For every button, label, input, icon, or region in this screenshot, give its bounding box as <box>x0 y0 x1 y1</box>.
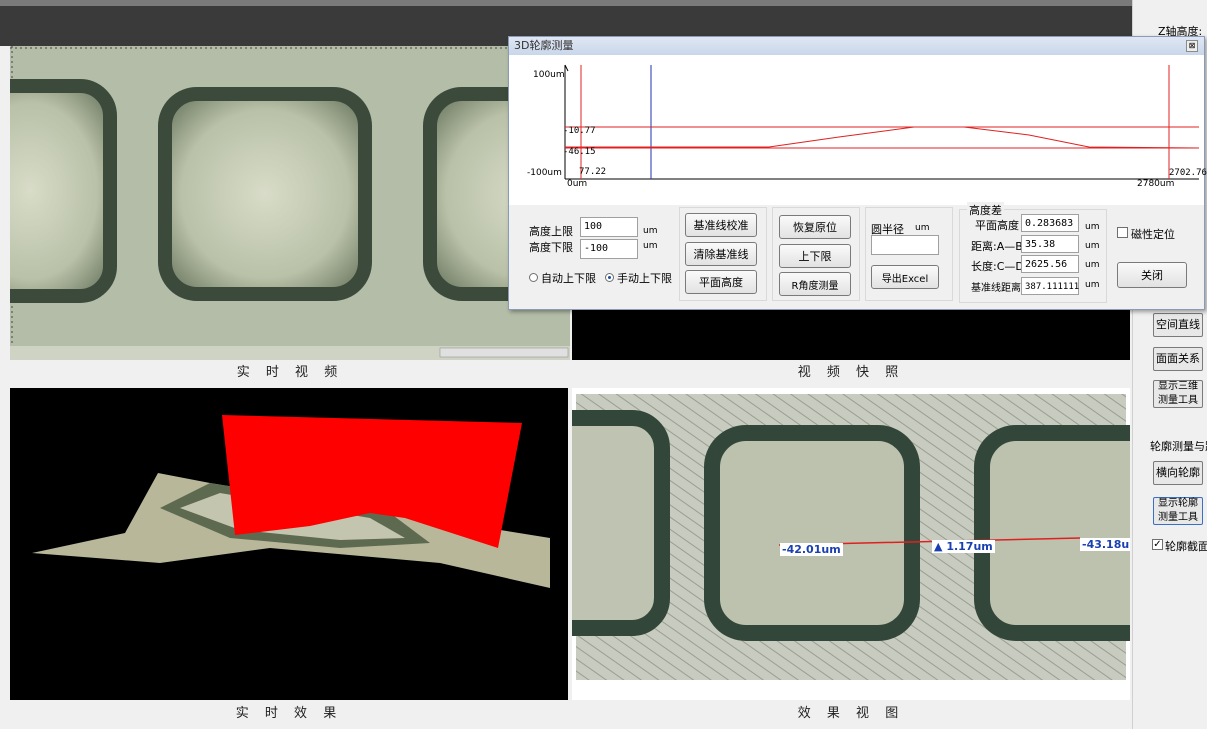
auto-limit-label: 自动上下限 <box>541 272 596 285</box>
length-cd-label: 长度:C—D <box>971 260 1024 273</box>
dialog-titlebar[interactable]: 3D轮廓测量 <box>509 37 1204 55</box>
realtime-3d-pane[interactable] <box>10 388 568 700</box>
dist-ab-label: 距离:A—B <box>971 240 1023 253</box>
profile-measure-dialog: 3D轮廓测量 ⊠ 100um -100um 0um 2780um -10.77 … <box>508 36 1207 310</box>
plane-height-label: 平面高度 <box>975 219 1019 232</box>
circle-radius-unit: um <box>915 223 930 233</box>
show-3d-tool-button[interactable]: 显示三维测量工具 <box>1153 380 1203 408</box>
measure-label-right: -43.18um <box>1080 538 1130 551</box>
plane-relation-button[interactable]: 面面关系 <box>1153 347 1203 371</box>
plot-value-1: -10.77 <box>563 126 596 136</box>
realtime-effect-caption: 实 时 效 果 <box>235 706 343 721</box>
baseline-dist-unit: um <box>1085 280 1100 290</box>
profile-plot <box>509 55 1204 205</box>
dialog-title: 3D轮廓测量 <box>514 39 574 52</box>
lower-limit-unit: um <box>643 241 658 251</box>
plot-value-3: 77.22 <box>579 167 607 177</box>
show-profile-tool-button[interactable]: 显示轮廓测量工具 <box>1153 497 1203 525</box>
manual-limit-radio[interactable] <box>605 273 614 282</box>
plot-x-right-label: 2780um <box>1137 179 1175 189</box>
dist-ab-value[interactable]: 35.38 <box>1021 235 1079 253</box>
upper-limit-unit: um <box>643 226 658 236</box>
plane-height-unit: um <box>1085 222 1100 232</box>
lower-limit-label: 高度下限 <box>529 241 573 254</box>
upper-limit-label: 高度上限 <box>529 225 573 238</box>
close-button[interactable]: 关闭 <box>1117 262 1187 288</box>
baseline-dist-value[interactable]: 387.111111 <box>1021 277 1079 295</box>
plot-y-bottom-label: -100um <box>527 168 562 178</box>
plot-x-left-label: 0um <box>567 179 588 189</box>
height-diff-title: 高度差 <box>967 202 1004 218</box>
live-video-pane[interactable] <box>10 46 570 360</box>
profile-section-checkbox[interactable]: ✓ <box>1152 539 1163 550</box>
clear-baseline-button[interactable]: 清除基准线 <box>685 242 757 266</box>
measure-label-left: -42.01um <box>780 543 843 556</box>
plot-value-2: -46.15 <box>563 147 596 157</box>
plane-height-button[interactable]: 平面高度 <box>685 270 757 294</box>
limits-button[interactable]: 上下限 <box>779 244 851 268</box>
upper-limit-input[interactable]: 100 <box>580 217 638 237</box>
magnetic-position-label: 磁性定位 <box>1131 228 1175 241</box>
profile-section-check-label: 轮廓截面 <box>1165 540 1207 553</box>
plane-height-value[interactable]: 0.283683 <box>1021 214 1079 232</box>
circle-radius-input[interactable] <box>871 235 939 255</box>
baseline-calibrate-button[interactable]: 基准线校准 <box>685 213 757 237</box>
dialog-close-icon[interactable]: ⊠ <box>1186 40 1198 52</box>
video-snapshot-caption: 视 频 快 照 <box>797 365 905 380</box>
live-video-image <box>10 46 570 360</box>
auto-limit-radio[interactable] <box>529 273 538 282</box>
lower-limit-input[interactable]: -100 <box>580 239 638 259</box>
manual-limit-label: 手动上下限 <box>617 272 672 285</box>
baseline-dist-label: 基准线距离 <box>971 283 1021 294</box>
r-angle-button[interactable]: R角度测量 <box>779 272 851 296</box>
plot-y-top-label: 100um <box>533 70 565 80</box>
measure-label-center: ▲ 1.17um <box>932 540 995 553</box>
effect-view-image <box>572 394 1130 700</box>
3d-surface-render <box>10 388 568 700</box>
magnetic-position-checkbox[interactable] <box>1117 227 1128 238</box>
live-video-caption: 实 时 视 频 <box>236 365 344 380</box>
horizontal-profile-button[interactable]: 横向轮廓 <box>1153 461 1203 485</box>
measure-center-value: 1.17um <box>946 540 993 553</box>
effect-view-pane[interactable]: -42.01um ▲ 1.17um -43.18um <box>572 388 1130 700</box>
dist-ab-unit: um <box>1085 241 1100 251</box>
effect-view-caption: 效 果 视 图 <box>797 706 905 721</box>
plot-right-value: 2702.76 <box>1169 168 1207 178</box>
export-excel-button[interactable]: 导出Excel <box>871 265 939 289</box>
space-line-button[interactable]: 空间直线 <box>1153 313 1203 337</box>
length-cd-value[interactable]: 2625.56 <box>1021 255 1079 273</box>
restore-button[interactable]: 恢复原位 <box>779 215 851 239</box>
profile-section-label: 轮廓测量与距 <box>1150 440 1207 453</box>
length-cd-unit: um <box>1085 260 1100 270</box>
triangle-marker-icon: ▲ <box>934 540 943 553</box>
